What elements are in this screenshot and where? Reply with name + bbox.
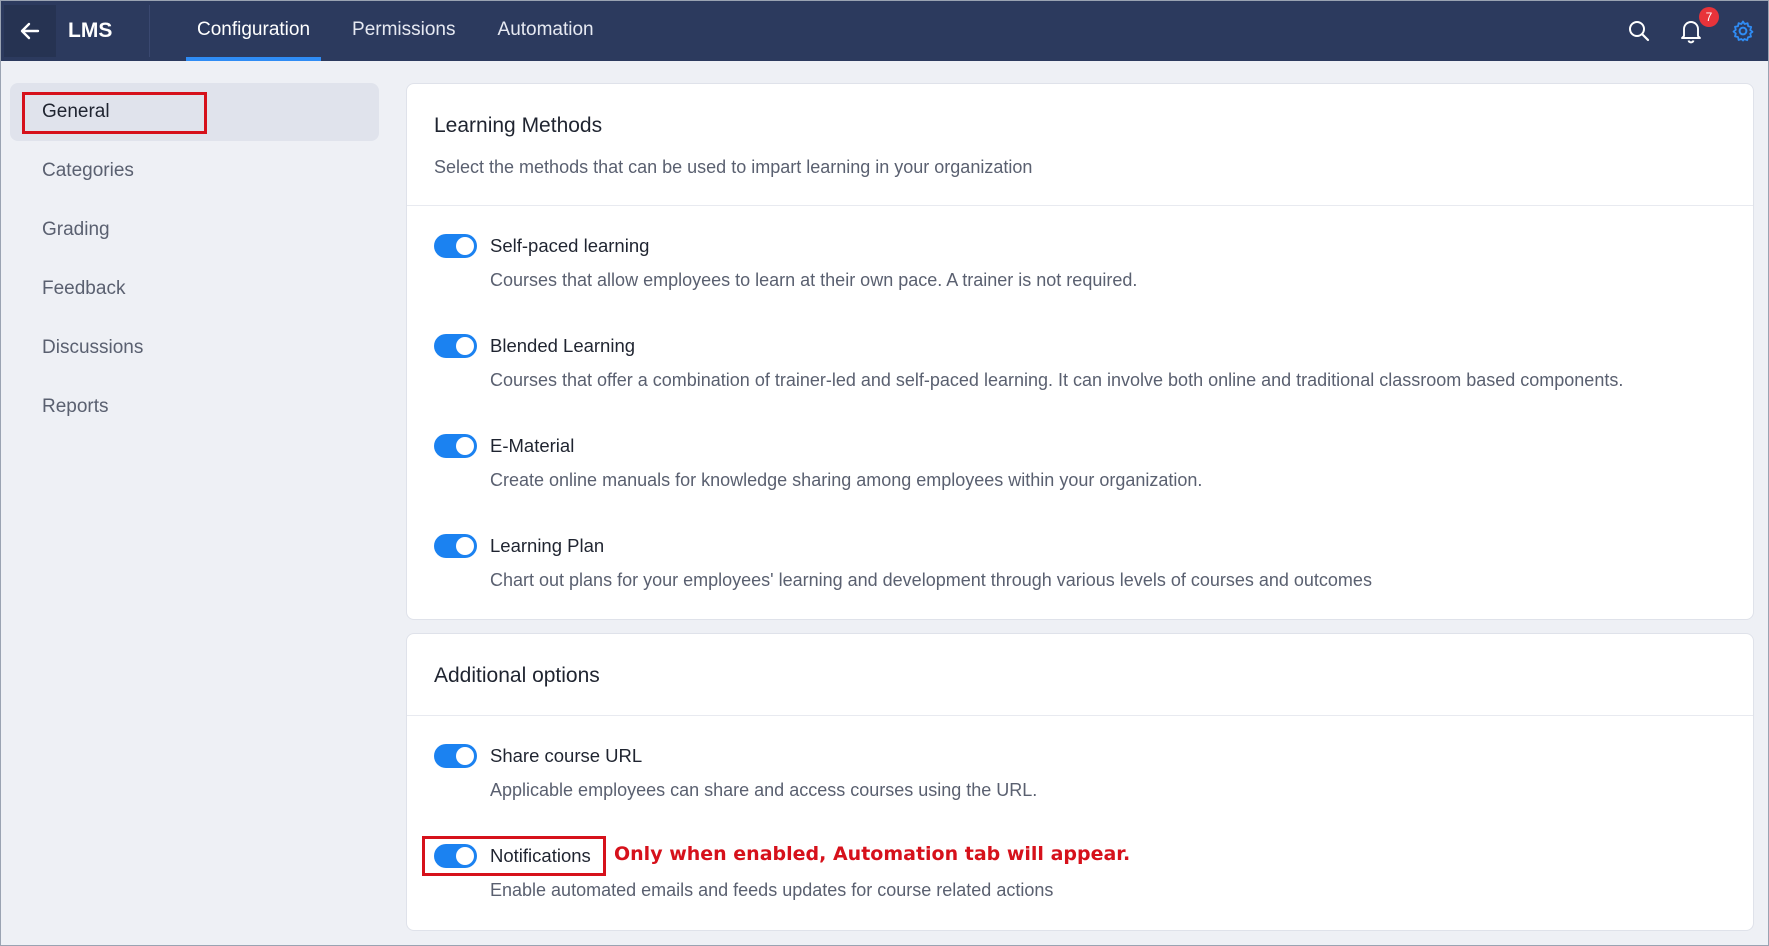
option-label: E-Material — [490, 435, 575, 456]
e-material-toggle[interactable] — [434, 434, 477, 458]
settings-button[interactable] — [1728, 16, 1758, 46]
learning-plan-toggle[interactable] — [434, 534, 477, 558]
option-blended-learning: Blended Learning Courses that offer a co… — [434, 334, 1623, 391]
option-self-paced-learning: Self-paced learning Courses that allow e… — [434, 234, 1137, 291]
back-button[interactable] — [4, 5, 56, 57]
notification-count-badge: 7 — [1699, 7, 1719, 27]
tab-permissions[interactable]: Permissions — [341, 1, 466, 61]
option-e-material: E-Material Create online manuals for kno… — [434, 434, 1202, 491]
additional-options-header: Additional options — [407, 634, 1753, 716]
option-label: Blended Learning — [490, 335, 636, 356]
sidebar-item-feedback[interactable]: Feedback — [42, 278, 125, 300]
option-label: Share course URL — [490, 745, 643, 766]
main-tabs: Configuration Permissions Automation — [186, 1, 625, 61]
app-title: LMS — [68, 5, 150, 57]
search-button[interactable] — [1624, 16, 1654, 46]
option-description: Applicable employees can share and acces… — [490, 780, 1038, 800]
share-course-url-toggle[interactable] — [434, 744, 477, 768]
option-share-course-url: Share course URL Applicable employees ca… — [434, 744, 1037, 801]
search-icon — [1629, 21, 1650, 42]
additional-options-title: Additional options — [434, 664, 600, 687]
option-description: Courses that offer a combination of trai… — [490, 370, 1624, 390]
notifications-highlight-box — [422, 836, 606, 876]
option-description: Courses that allow employees to learn at… — [490, 270, 1138, 290]
tab-automation[interactable]: Automation — [487, 1, 605, 61]
notifications-button[interactable]: 7 — [1676, 7, 1719, 46]
option-learning-plan: Learning Plan Chart out plans for your e… — [434, 534, 1372, 591]
general-highlight-box — [22, 92, 207, 134]
option-label: Learning Plan — [490, 535, 605, 556]
learning-methods-subtitle: Select the methods that can be used to i… — [434, 157, 1033, 177]
self-paced-toggle[interactable] — [434, 234, 477, 258]
learning-methods-header: Learning Methods Select the methods that… — [407, 84, 1753, 206]
sidebar-item-discussions[interactable]: Discussions — [42, 337, 143, 359]
settings-sidebar: General Categories Grading Feedback Disc… — [1, 61, 389, 945]
sidebar-item-grading[interactable]: Grading — [42, 219, 110, 241]
tab-configuration[interactable]: Configuration — [186, 1, 322, 61]
sidebar-item-categories[interactable]: Categories — [42, 160, 134, 182]
option-description: Create online manuals for knowledge shar… — [490, 470, 1203, 490]
gear-icon — [1732, 20, 1754, 42]
learning-methods-title: Learning Methods — [434, 114, 603, 137]
additional-options-card: Additional options Share course URL Appl… — [406, 633, 1754, 931]
back-arrow-icon — [20, 22, 40, 40]
option-description: Enable automated emails and feeds update… — [490, 880, 1054, 900]
option-description: Chart out plans for your employees' lear… — [490, 570, 1372, 590]
app-frame: LMS Configuration Permissions Automation… — [0, 0, 1769, 946]
learning-methods-card: Learning Methods Select the methods that… — [406, 83, 1754, 620]
top-icons: 7 — [1624, 1, 1768, 61]
blended-learning-toggle[interactable] — [434, 334, 477, 358]
annotation-note: Only when enabled, Automation tab will a… — [614, 843, 1131, 865]
sidebar-item-reports[interactable]: Reports — [42, 396, 109, 418]
top-bar: LMS Configuration Permissions Automation… — [1, 1, 1768, 61]
option-label: Self-paced learning — [490, 235, 650, 256]
